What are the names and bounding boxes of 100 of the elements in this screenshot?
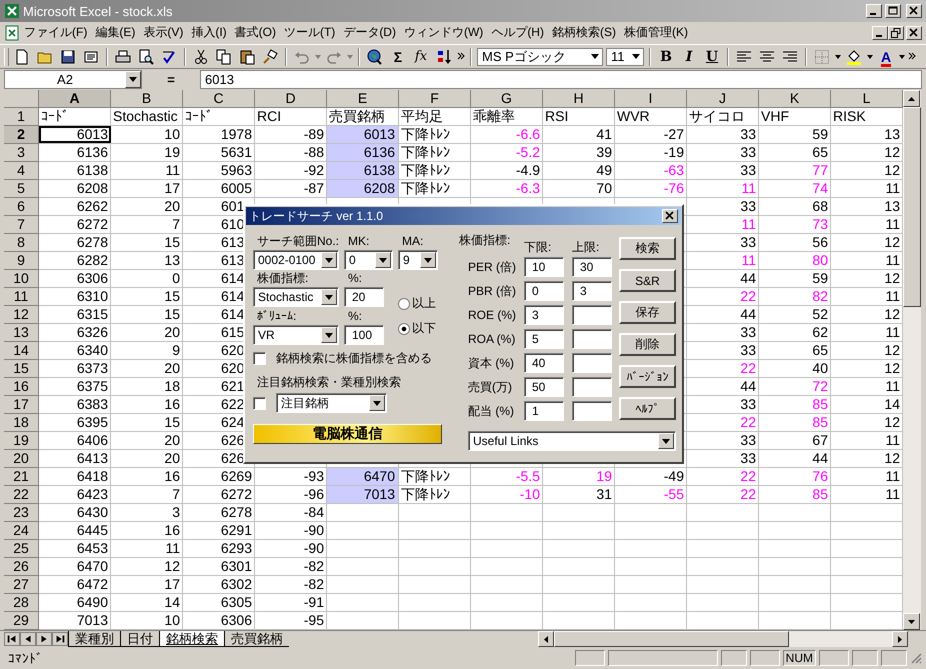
minimize-button[interactable] [866,4,882,18]
select-all-corner[interactable] [4,90,39,108]
row-header[interactable]: 21 [4,468,39,486]
row-header[interactable]: 24 [4,522,39,540]
row-header[interactable]: 13 [4,324,39,342]
lower-limit-field[interactable]: 3 [524,305,564,325]
align-center-icon[interactable] [759,48,775,64]
row-header[interactable]: 22 [4,486,39,504]
row-header[interactable]: 16 [4,378,39,396]
radio-button[interactable]: 以上 [398,295,442,312]
row-header[interactable]: 25 [4,540,39,558]
font-color-button[interactable]: A [876,46,896,66]
resize-grip-icon[interactable] [910,652,922,664]
lower-limit-field[interactable]: 0 [524,281,564,301]
dialog-button[interactable]: S&R [619,269,676,292]
column-header[interactable]: E [327,90,399,108]
row-header[interactable]: 28 [4,594,39,612]
lower-limit-field[interactable]: 40 [524,353,564,373]
sheet-tab[interactable]: 銘柄検索 [159,631,224,647]
menu-item[interactable]: ヘルプ(H) [487,24,548,41]
row-header[interactable]: 4 [4,162,39,180]
caret-icon[interactable] [867,54,873,58]
align-left-icon[interactable] [736,48,752,64]
menu-item[interactable]: 銘柄検索(S) [548,24,620,41]
close-button[interactable] [906,26,922,40]
maximize-button[interactable] [885,4,901,18]
column-header[interactable]: B [111,90,183,108]
ma-dropdown[interactable]: 9 [398,250,438,270]
caret-icon[interactable] [899,54,905,58]
upper-limit-field[interactable]: 30 [572,257,612,277]
column-header[interactable]: H [543,90,615,108]
menu-item[interactable]: 書式(O) [230,24,280,41]
volume-dropdown[interactable]: VR [253,325,339,345]
row-header[interactable]: 3 [4,144,39,162]
column-header[interactable]: C [183,90,255,108]
row-header[interactable]: 5 [4,180,39,198]
row-header[interactable]: 18 [4,414,39,432]
lower-limit-field[interactable]: 5 [524,329,564,349]
checkbox[interactable] [253,352,266,364]
banner-button[interactable]: 電脳株通信 [253,424,442,444]
print-preview-icon[interactable] [138,48,154,64]
indicator-dropdown[interactable]: Stochastic [253,287,339,307]
upper-limit-field[interactable] [572,305,612,325]
first-sheet-icon[interactable] [4,632,20,646]
row-header[interactable]: 9 [4,252,39,270]
close-button[interactable] [662,209,678,223]
column-header[interactable]: I [615,90,687,108]
row-header[interactable]: 14 [4,342,39,360]
sort-icon[interactable] [436,48,452,64]
row-header[interactable]: 2 [4,126,39,144]
dialog-button[interactable]: 検索 [619,237,676,260]
lower-limit-field[interactable]: 1 [524,401,564,421]
underline-button[interactable]: U [702,46,722,66]
row-header[interactable]: 12 [4,306,39,324]
name-box[interactable]: A2 [4,70,142,88]
row-header[interactable]: 20 [4,450,39,468]
radio-button[interactable]: 以下 [398,320,442,337]
percent-field[interactable]: 100 [344,325,384,345]
copy-icon[interactable] [216,48,232,64]
lower-limit-field[interactable]: 50 [524,377,564,397]
row-header[interactable]: 6 [4,198,39,216]
column-header[interactable]: J [687,90,759,108]
more-chevron-icon[interactable] [908,52,916,62]
font-dropdown[interactable]: MS Pゴシック [477,48,603,66]
menu-item[interactable]: 編集(E) [91,24,140,41]
row-header[interactable]: 19 [4,432,39,450]
menu-item[interactable]: 表示(V) [139,24,188,41]
menu-item[interactable]: ウィンドウ(W) [400,24,488,41]
sheet-tab[interactable]: 売買銘柄 [224,631,289,647]
row-header[interactable]: 27 [4,576,39,594]
row-header[interactable]: 7 [4,216,39,234]
lower-limit-field[interactable]: 10 [524,257,564,277]
sheet-tab[interactable]: 業種別 [68,631,120,647]
row-header[interactable]: 1 [4,108,39,126]
next-sheet-icon[interactable] [36,632,52,646]
row-header[interactable]: 15 [4,360,39,378]
font-size-dropdown[interactable]: 11 [606,48,644,66]
upper-limit-field[interactable] [572,377,612,397]
paintbrush-icon[interactable] [262,48,278,64]
row-header[interactable]: 23 [4,504,39,522]
clipboard-icon[interactable] [239,48,255,64]
align-right-icon[interactable] [782,48,798,64]
last-sheet-icon[interactable] [52,632,68,646]
horizontal-scrollbar[interactable] [538,631,908,647]
upper-limit-field[interactable] [572,353,612,373]
upper-limit-field[interactable]: 3 [572,281,612,301]
upper-limit-field[interactable] [572,329,612,349]
row-header[interactable]: 10 [4,270,39,288]
column-header[interactable]: G [471,90,543,108]
watchlist-dropdown[interactable]: 注目銘柄 [276,393,387,413]
column-header[interactable]: L [831,90,903,108]
function-button[interactable]: fx [411,46,431,66]
menu-item[interactable]: 株価管理(K) [620,24,692,41]
row-header[interactable]: 8 [4,234,39,252]
links-dropdown[interactable]: Useful Links [468,431,676,451]
percent-field[interactable]: 20 [344,287,384,307]
fill-bucket-icon[interactable] [846,48,862,64]
range-dropdown[interactable]: 0002-0100 [253,250,339,270]
row-header[interactable]: 11 [4,288,39,306]
column-header[interactable]: D [255,90,327,108]
